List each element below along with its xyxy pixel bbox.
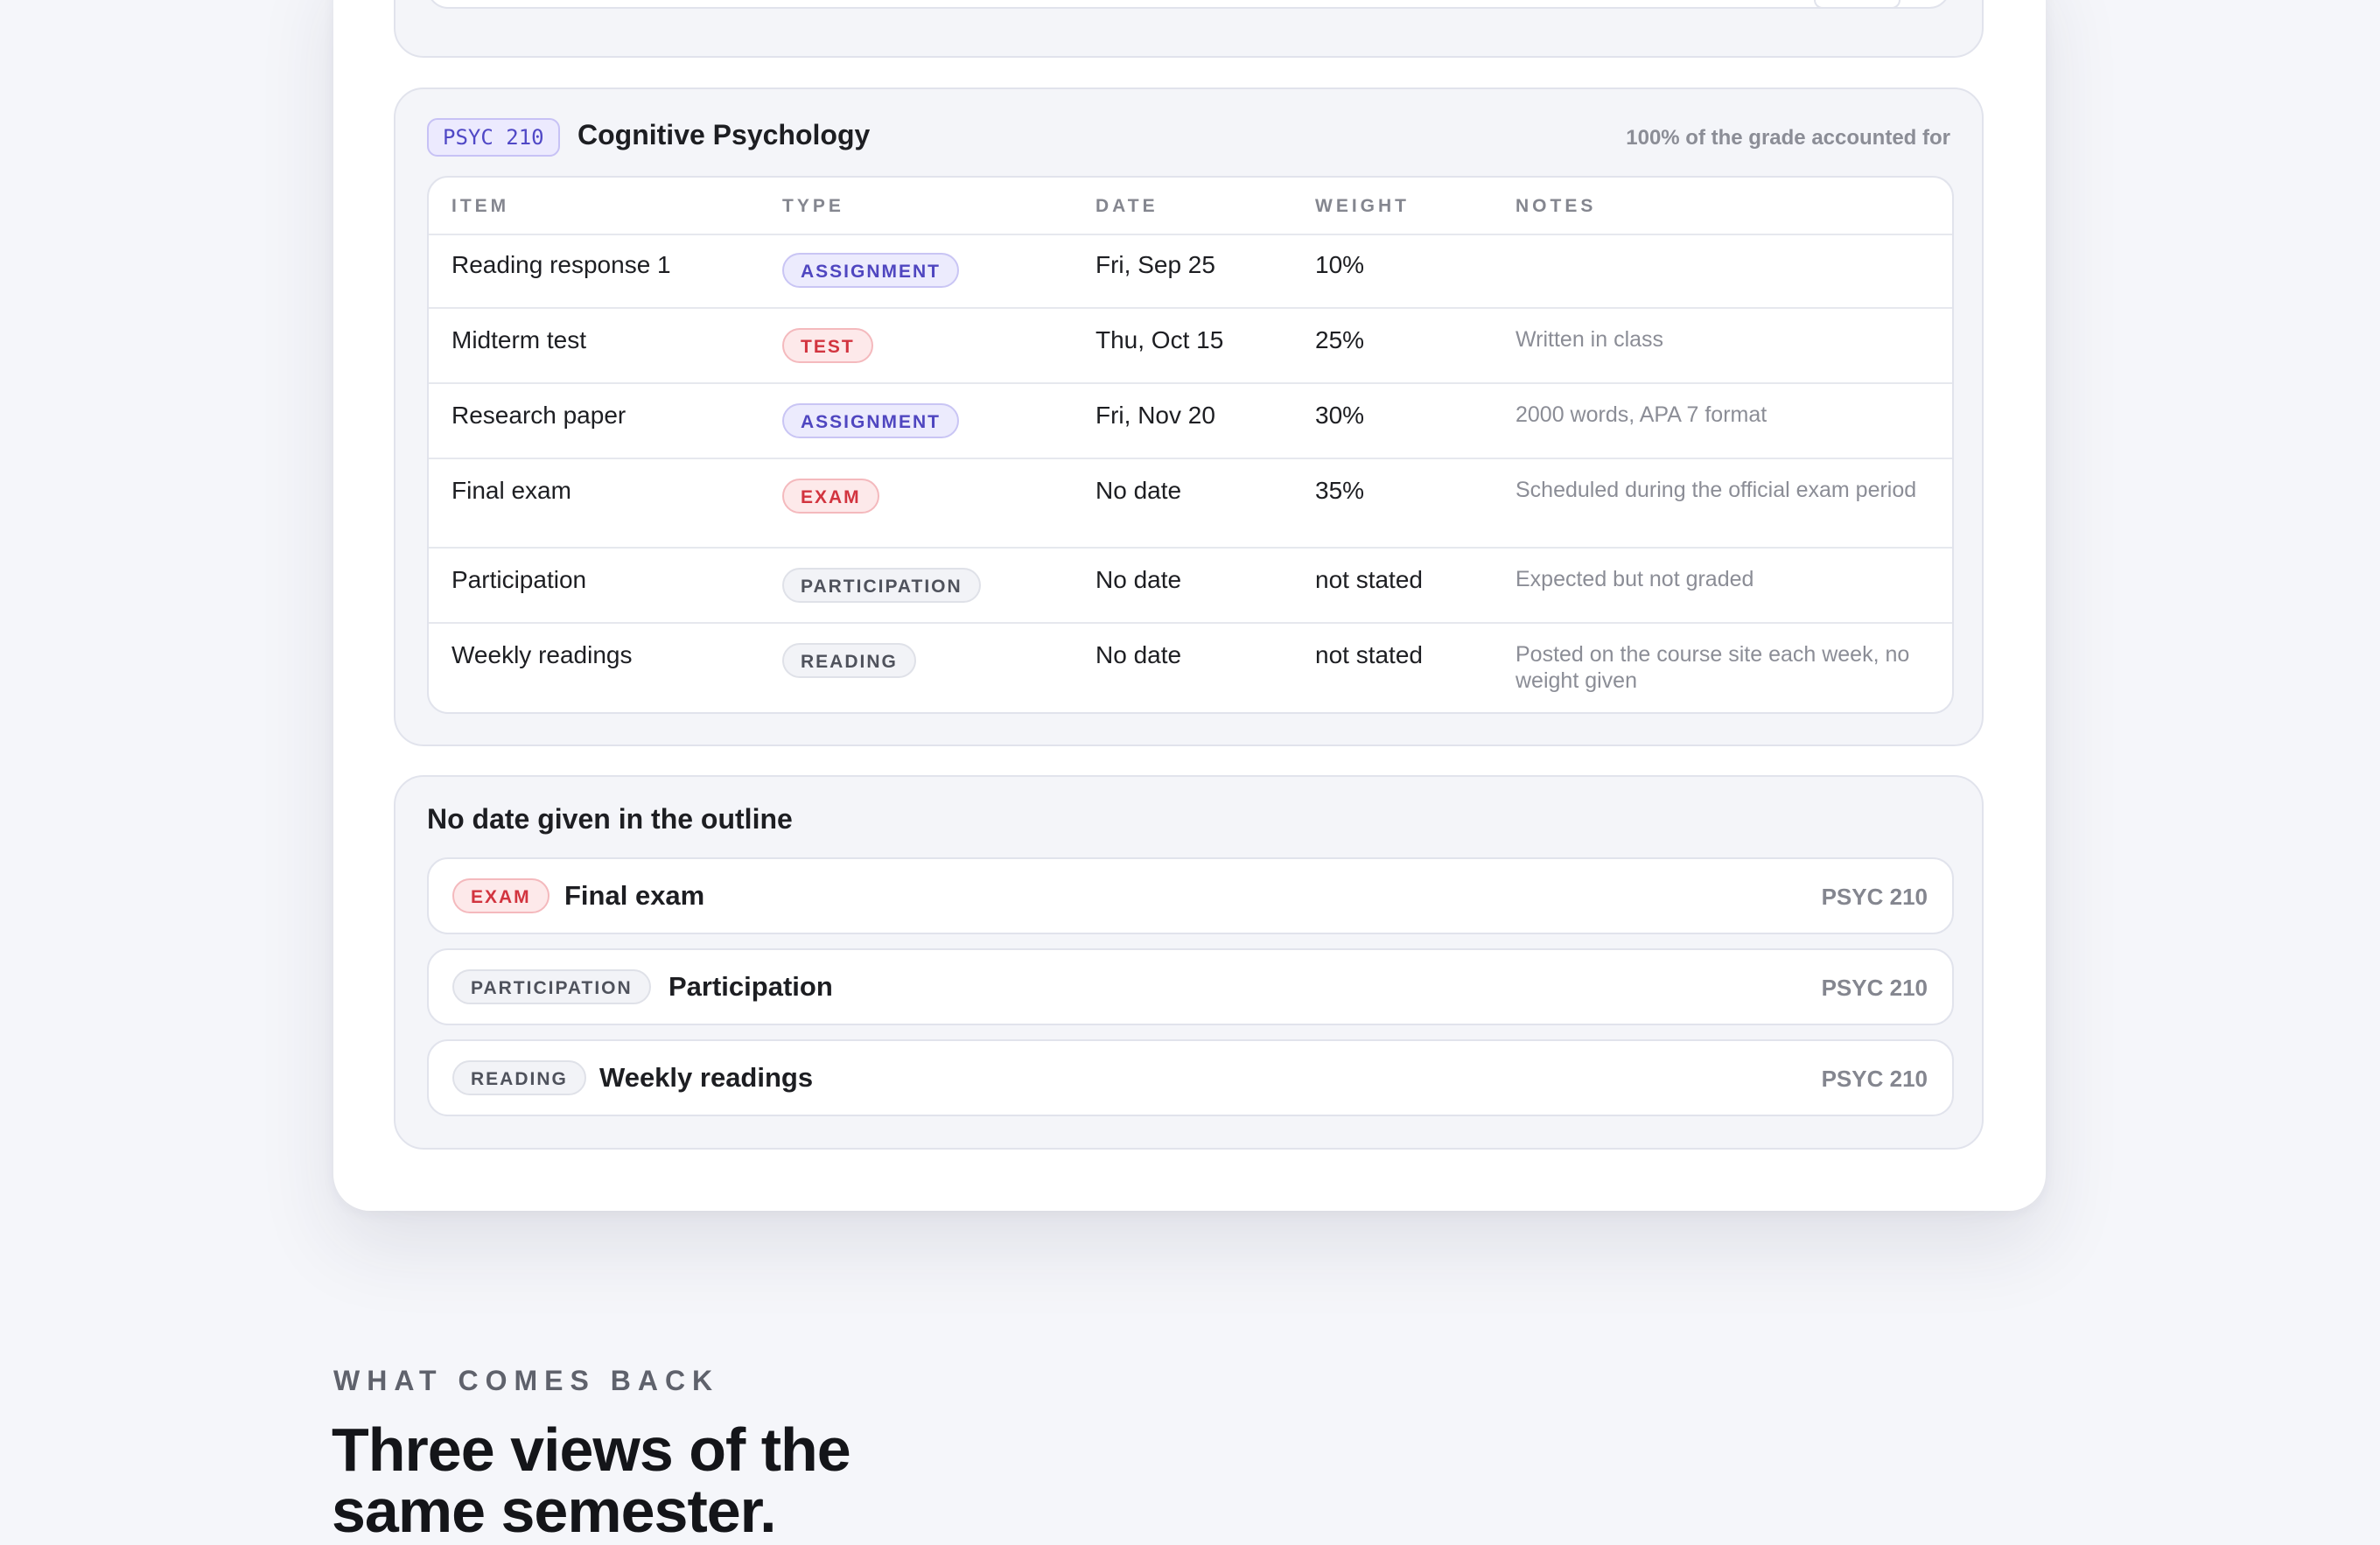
type-badge: PARTICIPATION	[782, 568, 981, 603]
course-panel: PSYC 210 Cognitive Psychology 100% of th…	[394, 87, 1984, 746]
results-card: PSYC 210 Cognitive Psychology 100% of th…	[333, 0, 2046, 1211]
item-name: Weekly readings	[599, 1062, 814, 1093]
type-badge: READING	[782, 643, 916, 678]
weight-cell: 30%	[1315, 402, 1365, 429]
date-cell: Fri, Sep 25	[1096, 251, 1215, 278]
column-header-item: ITEM	[452, 196, 510, 216]
date-cell: No date	[1096, 641, 1182, 668]
date-cell: Thu, Oct 15	[1096, 326, 1224, 353]
item-cell: Midterm test	[452, 326, 587, 353]
column-header-weight: WEIGHT	[1315, 196, 1410, 216]
type-badge: EXAM	[782, 479, 879, 514]
no-date-panel: No date given in the outline EXAM Final …	[394, 775, 1984, 1150]
table-row: Weekly readings READING No date not stat…	[429, 624, 1952, 711]
notes-cell: Written in class	[1516, 327, 1664, 352]
date-cell: No date	[1096, 566, 1182, 593]
previous-course-panel	[394, 0, 1984, 58]
weight-cell: not stated	[1315, 566, 1423, 593]
weight-cell: 10%	[1315, 251, 1365, 278]
item-cell: Participation	[452, 566, 587, 593]
item-course: PSYC 210	[1821, 884, 1928, 910]
list-item[interactable]: PARTICIPATION Participation PSYC 210	[427, 948, 1954, 1025]
previous-course-table	[427, 0, 1950, 9]
table-row: Final exam EXAM No date 35% Scheduled du…	[429, 459, 1952, 549]
assessment-table: ITEM TYPE DATE WEIGHT NOTES Reading resp…	[427, 176, 1954, 714]
type-badge: TEST	[782, 328, 873, 363]
type-badge: READING	[452, 1060, 586, 1095]
course-header: PSYC 210 Cognitive Psychology 100% of th…	[427, 117, 1950, 157]
item-cell: Final exam	[452, 477, 571, 504]
item-course: PSYC 210	[1821, 1066, 1928, 1092]
column-header-type: TYPE	[782, 196, 844, 216]
type-badge: ASSIGNMENT	[782, 403, 960, 438]
weight-cell: 35%	[1315, 477, 1365, 504]
item-cell: Reading response 1	[452, 251, 671, 278]
table-row: Participation PARTICIPATION No date not …	[429, 549, 1952, 624]
notes-cell: Scheduled during the official exam perio…	[1516, 478, 1917, 502]
notes-cell: 2000 words, APA 7 format	[1516, 402, 1768, 427]
previous-course-pill	[1814, 0, 1900, 9]
type-badge: PARTICIPATION	[452, 969, 651, 1004]
list-item[interactable]: READING Weekly readings PSYC 210	[427, 1039, 1954, 1116]
table-row: Research paper ASSIGNMENT Fri, Nov 20 30…	[429, 384, 1952, 459]
table-row: Midterm test TEST Thu, Oct 15 25% Writte…	[429, 309, 1952, 384]
list-item[interactable]: EXAM Final exam PSYC 210	[427, 857, 1954, 934]
course-title: Cognitive Psychology	[578, 119, 871, 150]
item-cell: Weekly readings	[452, 641, 633, 668]
weight-cell: not stated	[1315, 641, 1423, 668]
course-code-badge: PSYC 210	[427, 118, 560, 157]
section-eyebrow: WHAT COMES BACK	[333, 1365, 720, 1396]
column-header-notes: NOTES	[1516, 196, 1597, 216]
no-date-title: No date given in the outline	[427, 803, 793, 835]
item-course: PSYC 210	[1821, 975, 1928, 1001]
item-name: Final exam	[564, 880, 705, 911]
type-badge: EXAM	[452, 878, 550, 913]
date-cell: Fri, Nov 20	[1096, 402, 1215, 429]
weight-cell: 25%	[1315, 326, 1365, 353]
item-cell: Research paper	[452, 402, 626, 429]
notes-cell: Expected but not graded	[1516, 567, 1754, 591]
notes-cell: Posted on the course site each week, no …	[1516, 642, 1910, 693]
table-row: Reading response 1 ASSIGNMENT Fri, Sep 2…	[429, 234, 1952, 309]
section-headline: Three views of the same semester.	[332, 1416, 851, 1545]
item-name: Participation	[668, 971, 833, 1002]
table-header: ITEM TYPE DATE WEIGHT NOTES	[429, 178, 1952, 235]
grade-coverage-note: 100% of the grade accounted for	[1626, 126, 1950, 150]
date-cell: No date	[1096, 477, 1182, 504]
type-badge: ASSIGNMENT	[782, 253, 960, 288]
column-header-date: DATE	[1096, 196, 1158, 216]
